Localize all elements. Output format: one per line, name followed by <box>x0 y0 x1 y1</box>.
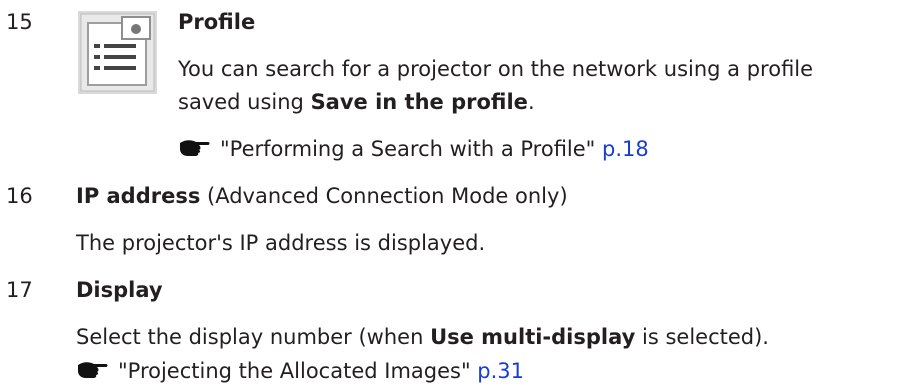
item-description: Select the display number (when Use mult… <box>76 325 769 349</box>
item-heading: IP address (Advanced Connection Mode onl… <box>76 184 568 208</box>
item-number: 15 <box>6 10 33 34</box>
item-number: 16 <box>6 184 33 208</box>
cross-reference: "Performing a Search with a Profile" p.1… <box>178 135 649 163</box>
pointing-hand-icon <box>78 362 108 378</box>
item-description-line2: saved using Save in the profile. <box>178 90 535 114</box>
item-description: You can search for a projector on the ne… <box>178 57 814 81</box>
item-title: Display <box>76 278 163 302</box>
cross-reference: "Projecting the Allocated Images" p.31 <box>76 357 524 385</box>
item-description: The projector's IP address is displayed. <box>76 231 486 255</box>
pointing-hand-icon <box>180 140 210 156</box>
item-title: Profile <box>178 10 256 34</box>
page-link[interactable]: p.18 <box>602 137 649 161</box>
page-link[interactable]: p.31 <box>477 359 524 383</box>
profile-list-icon <box>78 11 157 94</box>
manual-page: 15 Profile You can search for a projecto… <box>0 0 919 388</box>
item-number: 17 <box>6 278 33 302</box>
